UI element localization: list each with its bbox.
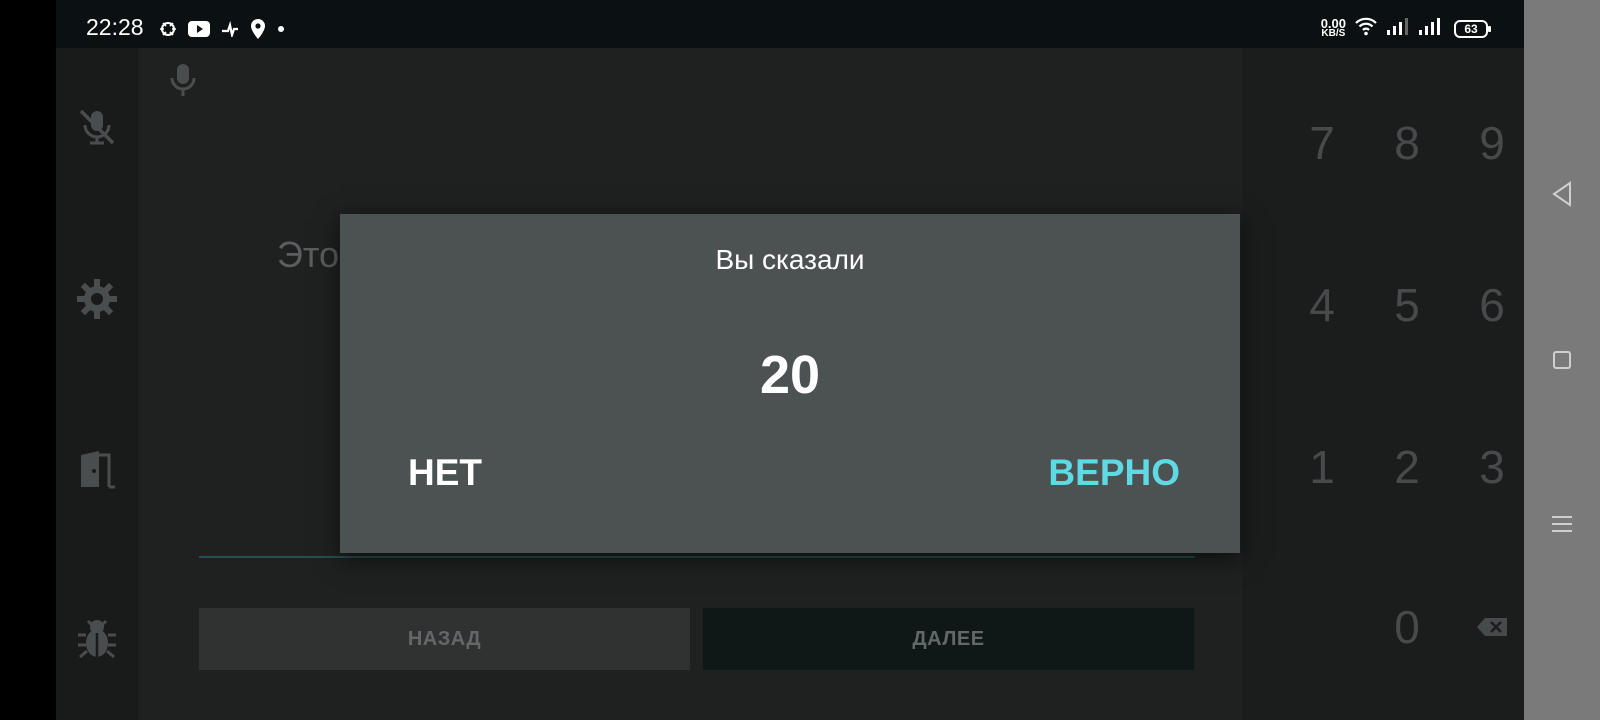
key-5[interactable]: 5 [1367, 270, 1447, 340]
dialog-title: Вы сказали [715, 244, 865, 275]
net-speed: 0.00 KB/S [1320, 15, 1346, 39]
back-icon[interactable] [1546, 178, 1578, 210]
exit-door-icon[interactable] [74, 446, 120, 492]
bug-status-icon [158, 20, 178, 38]
system-nav-bar [1524, 0, 1600, 720]
mic-icon[interactable] [168, 62, 198, 103]
status-right: 0.00 KB/S 63 [1320, 15, 1491, 41]
back-button[interactable]: НАЗАД [199, 608, 690, 670]
signal-icon [1386, 16, 1410, 41]
key-0[interactable]: 0 [1367, 592, 1447, 662]
download-status-icon [220, 21, 240, 37]
key-6[interactable]: 6 [1452, 270, 1532, 340]
key-7[interactable]: 7 [1282, 108, 1362, 178]
backspace-icon[interactable] [1452, 592, 1532, 662]
next-button[interactable]: ДАЛЕЕ [703, 608, 1194, 670]
wifi-icon [1354, 16, 1378, 41]
recognized-value: 20 [759, 345, 821, 405]
youtube-icon [188, 21, 210, 37]
side-rail [56, 48, 138, 720]
key-3[interactable]: 3 [1452, 432, 1532, 502]
numpad: 7 8 9 4 5 6 1 2 3 0 [1242, 48, 1524, 720]
confirm-button[interactable]: ВЕРНО [1038, 444, 1190, 502]
key-8[interactable]: 8 [1367, 108, 1447, 178]
prompt-text: Это [277, 234, 339, 275]
no-button[interactable]: НЕТ [398, 444, 492, 502]
status-bar: 22:28 0.00 KB/S 63 [56, 0, 1524, 48]
signal-icon [1418, 16, 1442, 41]
battery-indicator: 63 [1454, 19, 1491, 38]
location-icon [250, 19, 266, 39]
key-2[interactable]: 2 [1367, 432, 1447, 502]
key-9[interactable]: 9 [1452, 108, 1532, 178]
confirm-dialog: Вы сказали 20 НЕТ ВЕРНО [340, 214, 1240, 553]
home-icon[interactable] [1546, 344, 1578, 376]
status-time: 22:28 [86, 14, 144, 40]
key-1[interactable]: 1 [1282, 432, 1362, 502]
bug-icon[interactable] [74, 616, 120, 662]
mic-off-icon[interactable] [74, 104, 120, 150]
screen-edge [0, 0, 56, 720]
input-underline [199, 556, 1195, 558]
dot-icon [276, 24, 286, 34]
menu-icon[interactable] [1546, 508, 1578, 540]
key-4[interactable]: 4 [1282, 270, 1362, 340]
status-icons [158, 19, 286, 39]
gear-icon[interactable] [74, 276, 120, 322]
